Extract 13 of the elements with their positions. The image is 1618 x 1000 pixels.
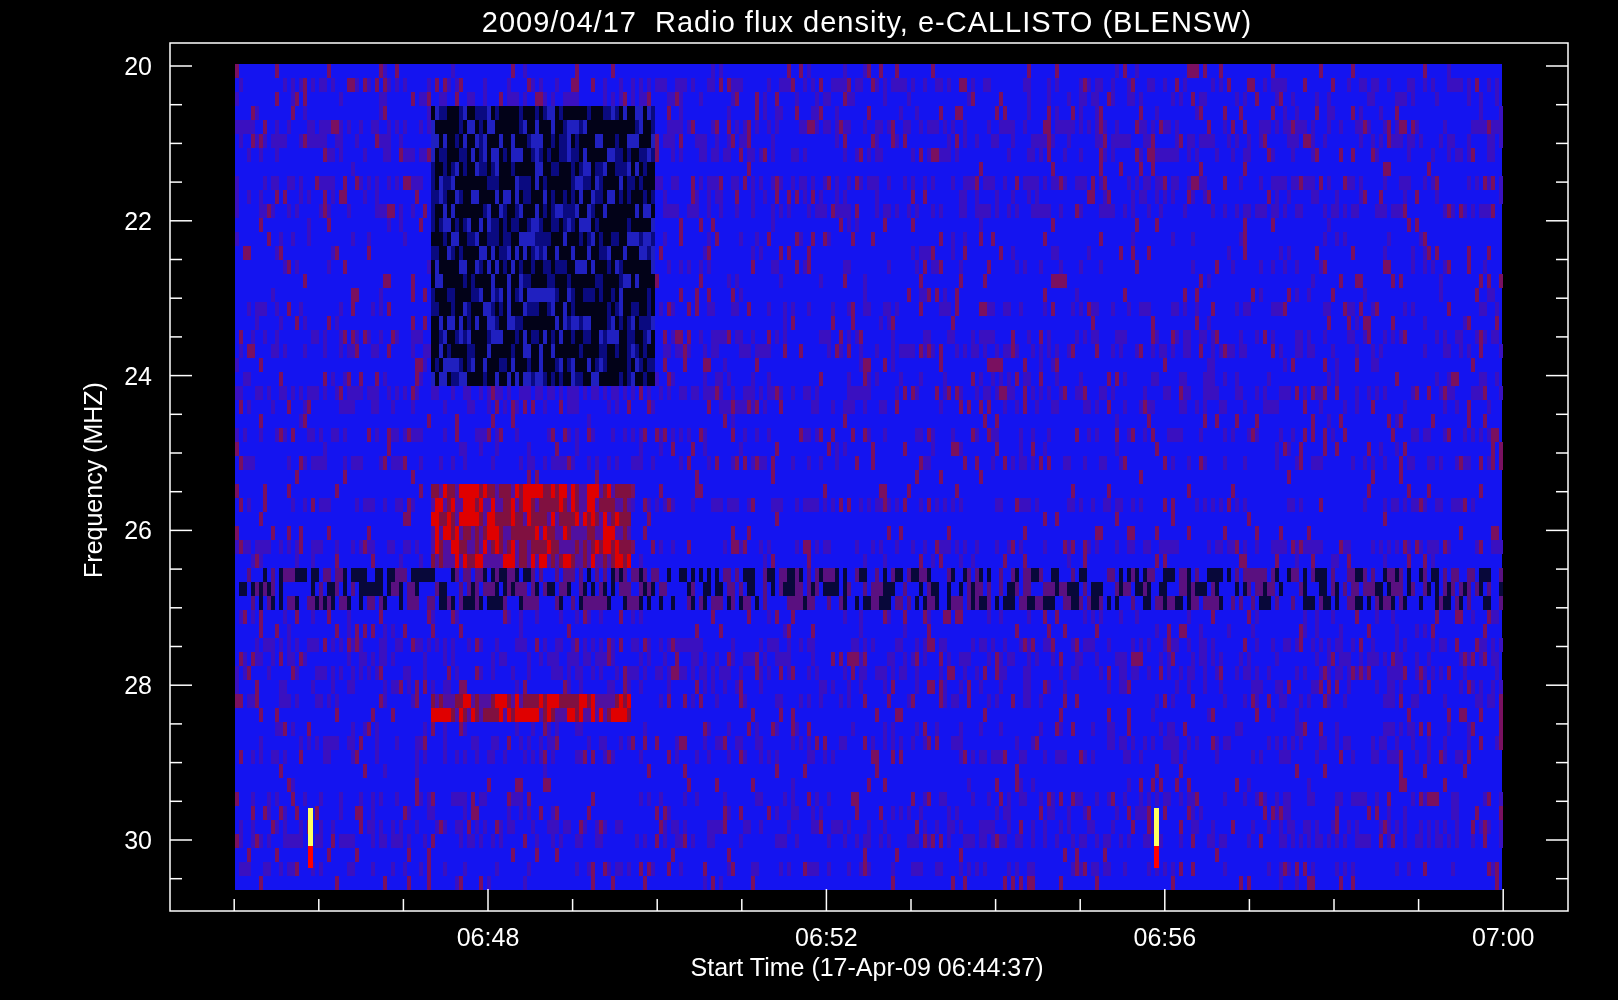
tick-label: 06:56 (1133, 923, 1197, 951)
chart-title: 2009/04/17 Radio flux density, e-CALLISTO (BLENSW) (481, 6, 1253, 38)
tick-label: 06:52 (795, 923, 858, 951)
tick-label: 22 (124, 206, 152, 235)
tick-label: 30 (124, 826, 152, 854)
axis-label: Start Time (17-Apr-09 06:44:37) (690, 953, 1044, 981)
tick-label: 06:48 (456, 923, 520, 951)
tick-label: 28 (124, 671, 152, 700)
axis-label: Frequency (MHZ) (79, 382, 107, 578)
tick-label: 24 (124, 361, 152, 390)
tick-label: 26 (124, 516, 152, 545)
tick-label: 20 (124, 52, 152, 80)
tick-label: 07:00 (1471, 923, 1535, 951)
